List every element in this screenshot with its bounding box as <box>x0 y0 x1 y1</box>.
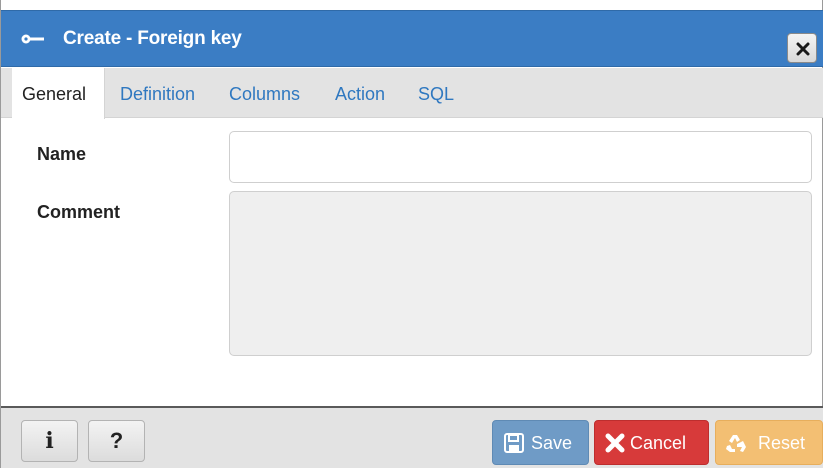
tab-definition[interactable]: Definition <box>120 68 195 118</box>
dialog-titlebar: Create - Foreign key <box>1 10 823 67</box>
info-button[interactable]: i <box>21 420 78 462</box>
save-button[interactable]: Save <box>492 420 589 465</box>
reset-button[interactable]: Reset <box>715 420 823 465</box>
close-icon <box>796 42 810 56</box>
key-icon <box>21 34 44 44</box>
close-button[interactable] <box>787 33 817 63</box>
tab-columns[interactable]: Columns <box>229 68 300 118</box>
help-button[interactable]: ? <box>88 420 145 462</box>
tab-bar: General Definition Columns Action SQL <box>1 68 823 119</box>
save-icon <box>504 433 524 453</box>
name-input[interactable] <box>229 131 812 183</box>
create-foreign-key-dialog: Create - Foreign key General Definition … <box>0 0 823 468</box>
cancel-icon <box>605 433 625 453</box>
dialog-footer: i ? Save Cancel Reset <box>1 406 823 468</box>
dialog-title: Create - Foreign key <box>63 28 242 49</box>
name-label: Name <box>37 144 87 164</box>
cancel-button[interactable]: Cancel <box>594 420 709 465</box>
comment-label: Comment <box>37 202 121 222</box>
tab-general[interactable]: General <box>12 68 105 119</box>
cancel-label: Cancel <box>630 433 687 453</box>
reset-label: Reset <box>758 433 806 453</box>
comment-textarea[interactable] <box>229 191 812 356</box>
save-label: Save <box>531 433 573 453</box>
recycle-icon <box>726 435 746 452</box>
tab-action[interactable]: Action <box>335 68 385 118</box>
tab-sql[interactable]: SQL <box>418 68 454 118</box>
